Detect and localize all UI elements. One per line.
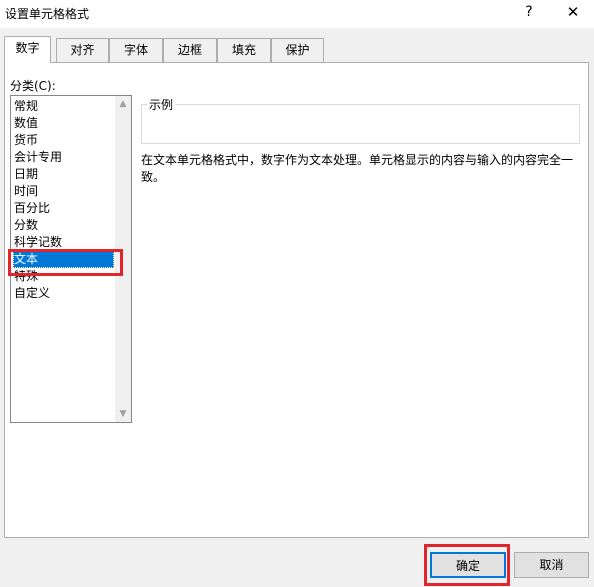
category-item-special[interactable]: 特殊 bbox=[13, 268, 114, 285]
sample-label: 示例 bbox=[147, 96, 176, 113]
category-item-scientific[interactable]: 科学记数 bbox=[13, 234, 114, 251]
tab-border[interactable]: 边框 bbox=[163, 38, 217, 62]
ok-button[interactable]: 确定 bbox=[430, 552, 506, 578]
title-bar: 设置单元格格式 ? ✕ bbox=[0, 0, 594, 28]
category-item-percentage[interactable]: 百分比 bbox=[13, 200, 114, 217]
format-cells-dialog: 设置单元格格式 ? ✕ 数字 对齐 字体 边框 填充 保护 分类(C): 常规 … bbox=[0, 0, 594, 587]
category-item-custom[interactable]: 自定义 bbox=[13, 285, 114, 302]
category-item-fraction[interactable]: 分数 bbox=[13, 217, 114, 234]
scroll-up-arrow-icon[interactable]: ▲ bbox=[115, 96, 131, 112]
tab-number[interactable]: 数字 bbox=[4, 36, 51, 63]
category-label: 分类(C): bbox=[10, 79, 56, 93]
help-button[interactable]: ? bbox=[515, 1, 543, 25]
category-listbox[interactable]: 常规 数值 货币 会计专用 日期 时间 百分比 分数 科学记数 文本 特殊 自定… bbox=[10, 95, 132, 423]
scroll-down-arrow-icon[interactable]: ▼ bbox=[115, 406, 131, 422]
format-description: 在文本单元格格式中，数字作为文本处理。单元格显示的内容与输入的内容完全一致。 bbox=[141, 153, 574, 184]
category-item-time[interactable]: 时间 bbox=[13, 183, 114, 200]
dialog-title: 设置单元格格式 bbox=[5, 7, 90, 21]
category-item-accounting[interactable]: 会计专用 bbox=[13, 149, 114, 166]
sample-groupbox bbox=[141, 104, 580, 144]
category-item-currency[interactable]: 货币 bbox=[13, 132, 114, 149]
category-item-date[interactable]: 日期 bbox=[13, 166, 114, 183]
tab-alignment[interactable]: 对齐 bbox=[56, 38, 109, 62]
category-item-text[interactable]: 文本 bbox=[13, 251, 114, 268]
cancel-button[interactable]: 取消 bbox=[514, 552, 589, 578]
category-scrollbar[interactable]: ▲ ▼ bbox=[115, 96, 131, 422]
category-item-number[interactable]: 数值 bbox=[13, 115, 114, 132]
tab-font[interactable]: 字体 bbox=[109, 38, 163, 62]
category-item-general[interactable]: 常规 bbox=[13, 98, 114, 115]
tab-protection[interactable]: 保护 bbox=[271, 38, 324, 62]
tab-fill[interactable]: 填充 bbox=[217, 38, 271, 62]
close-button[interactable]: ✕ bbox=[557, 1, 589, 25]
